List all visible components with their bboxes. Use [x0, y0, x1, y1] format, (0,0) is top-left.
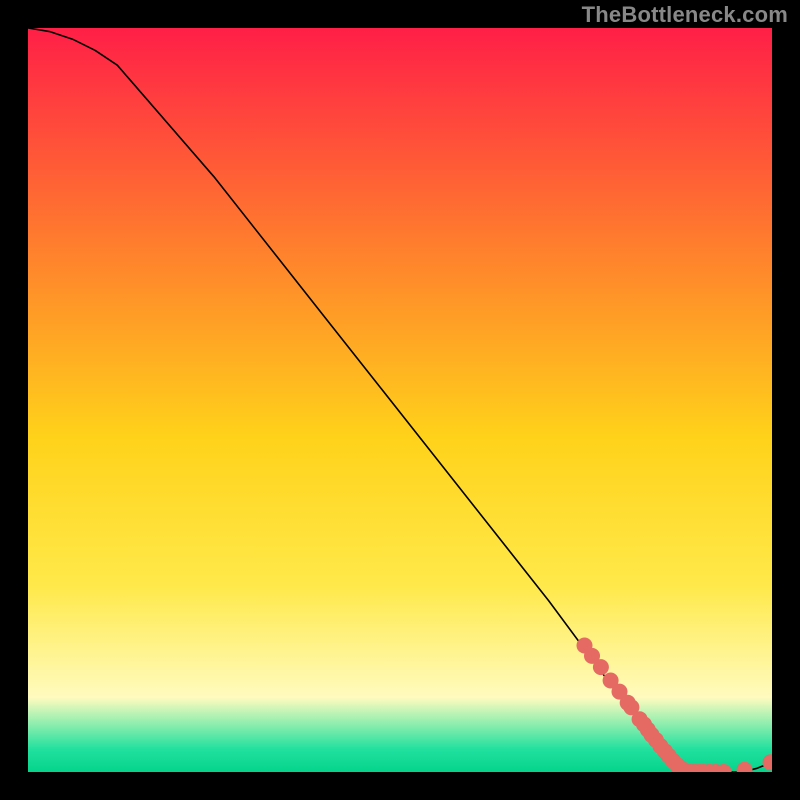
chart-stage: TheBottleneck.com [0, 0, 800, 800]
plot-background [28, 28, 772, 772]
marker-dot [593, 659, 609, 675]
watermark-text: TheBottleneck.com [582, 2, 788, 28]
chart-svg [28, 28, 772, 772]
